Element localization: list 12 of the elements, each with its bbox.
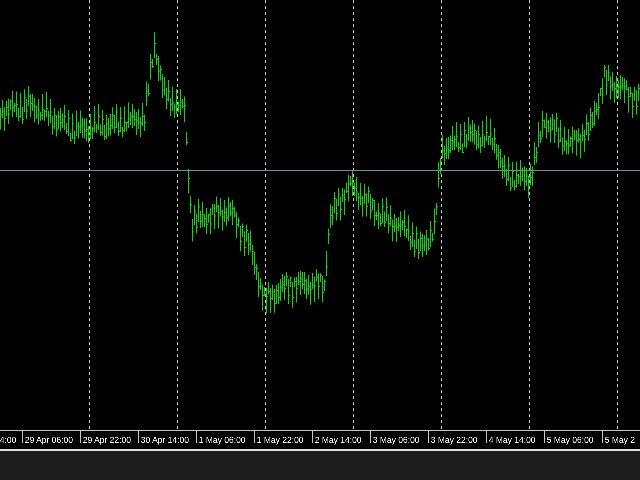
time-axis-label: 1 May 06:00 (196, 431, 254, 443)
time-axis-label: 1 May 22:00 (254, 431, 312, 443)
time-axis-label: 29 Apr 06:00 (22, 431, 80, 443)
time-axis-label: 4 May 14:00 (486, 431, 544, 443)
time-axis-label: 3 May 06:00 (370, 431, 428, 443)
time-axis-label: 29 Apr 22:00 (80, 431, 138, 443)
time-axis-label: 5 May 2 (602, 431, 640, 443)
time-axis-label: 5 May 06:00 (544, 431, 602, 443)
time-axis-label: 3 May 22:00 (428, 431, 486, 443)
time-axis-label: 30 Apr 14:00 (138, 431, 196, 443)
time-axis-label: 4:00 (0, 434, 18, 443)
time-axis-label: 2 May 14:00 (312, 431, 370, 443)
